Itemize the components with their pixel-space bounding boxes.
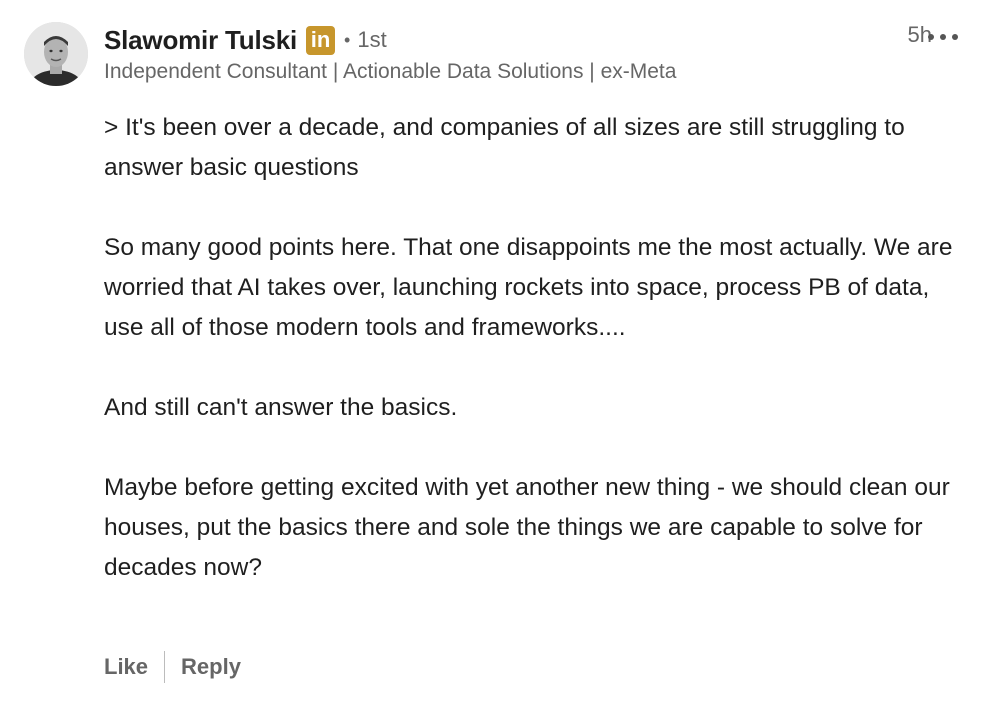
- reply-button[interactable]: Reply: [181, 654, 241, 680]
- author-row: Slawomir Tulski in • 1st: [104, 22, 960, 58]
- comment-body: > It's been over a decade, and companies…: [104, 108, 964, 588]
- comment-paragraph: > It's been over a decade, and companies…: [104, 114, 905, 181]
- author-avatar[interactable]: [24, 22, 88, 86]
- comment: Slawomir Tulski in • 1st 5h Independent …: [0, 0, 990, 702]
- more-dot: [940, 34, 946, 40]
- connection-degree: 1st: [357, 27, 387, 52]
- author-headline: Independent Consultant | Actionable Data…: [104, 60, 677, 83]
- comment-paragraph: So many good points here. That one disap…: [104, 234, 953, 341]
- more-options-icon[interactable]: [928, 26, 958, 48]
- author-name[interactable]: Slawomir Tulski: [104, 25, 297, 56]
- linkedin-icon: in: [306, 25, 336, 55]
- separator-dot: •: [344, 29, 351, 50]
- comment-paragraph: Maybe before getting excited with yet an…: [104, 474, 950, 581]
- comment-actions: Like Reply: [104, 650, 241, 684]
- avatar-photo-icon: [24, 22, 88, 86]
- like-button[interactable]: Like: [104, 654, 148, 680]
- comment-header: Slawomir Tulski in • 1st: [104, 22, 960, 58]
- more-dot: [952, 34, 958, 40]
- comment-paragraph: And still can't answer the basics.: [104, 394, 458, 421]
- action-divider: [164, 651, 166, 683]
- more-dot: [928, 34, 934, 40]
